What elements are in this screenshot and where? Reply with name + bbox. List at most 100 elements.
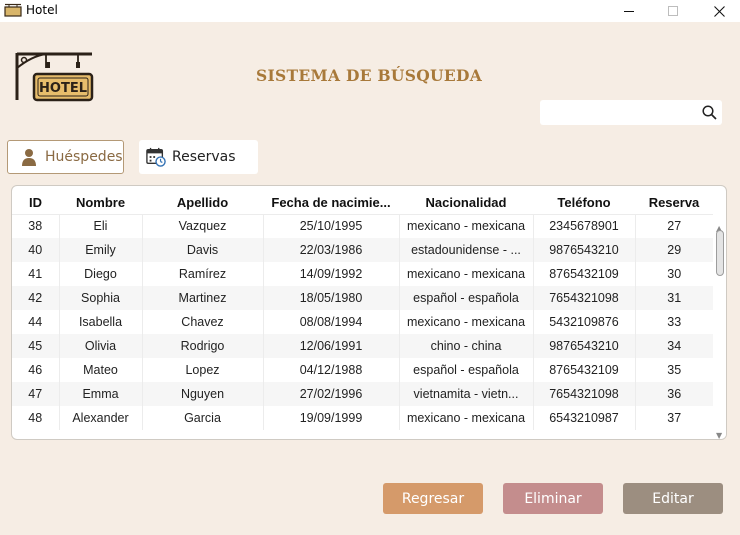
cell-fecha[interactable]: 22/03/1986 (262, 238, 399, 262)
table-row[interactable]: 41 Diego Ramírez 14/09/1992 mexicano - mexic… (12, 262, 713, 286)
cell-nacionalidad[interactable]: chino - china (398, 334, 533, 358)
tab-huespedes[interactable]: Huéspedes (7, 140, 124, 174)
table-row[interactable]: 44 Isabella Chavez 08/08/1994 mexicano - mex… (12, 310, 713, 334)
cell-telefono[interactable]: 9876543210 (532, 334, 635, 358)
tab-huespedes-label: Huéspedes (45, 149, 123, 165)
cell-nacionalidad[interactable]: mexicano - mexicana (398, 262, 533, 286)
cell-nombre[interactable]: Eli (58, 213, 142, 238)
cell-id[interactable]: 48 (12, 406, 59, 430)
window-title: Hotel (26, 3, 58, 17)
cell-apellido[interactable]: Vazquez (141, 213, 263, 238)
cell-id[interactable]: 44 (12, 310, 59, 334)
cell-id[interactable]: 46 (12, 358, 59, 382)
cell-reserva[interactable]: 34 (634, 334, 713, 358)
column-header-nombre[interactable]: Nombre (59, 192, 142, 214)
cell-fecha[interactable]: 12/06/1991 (262, 334, 399, 358)
table-row[interactable]: 48 Alexander Garcia 19/09/1999 mexicano - me… (12, 406, 713, 430)
cell-fecha[interactable]: 27/02/1996 (262, 382, 399, 406)
cell-nombre[interactable]: Sophia (58, 286, 142, 310)
cell-telefono[interactable]: 7654321098 (532, 382, 635, 406)
cell-nombre[interactable]: Emma (58, 382, 142, 406)
page-title: SISTEMA DE BÚSQUEDA (256, 66, 483, 85)
cell-id[interactable]: 38 (12, 213, 59, 238)
cell-fecha[interactable]: 08/08/1994 (262, 310, 399, 334)
cell-id[interactable]: 45 (12, 334, 59, 358)
column-header-apellido[interactable]: Apellido (142, 192, 263, 214)
cell-apellido[interactable]: Lopez (141, 358, 263, 382)
cell-reserva[interactable]: 33 (634, 310, 713, 334)
cell-fecha[interactable]: 04/12/1988 (262, 358, 399, 382)
cell-telefono[interactable]: 6543210987 (532, 406, 635, 430)
cell-nombre[interactable]: Mateo (58, 358, 142, 382)
editar-button[interactable]: Editar (623, 483, 723, 514)
cell-nacionalidad[interactable]: español - española (398, 286, 533, 310)
cell-fecha[interactable]: 25/10/1995 (262, 213, 399, 238)
cell-id[interactable]: 47 (12, 382, 59, 406)
cell-reserva[interactable]: 37 (634, 406, 713, 430)
cell-nombre[interactable]: Emily (58, 238, 142, 262)
cell-nacionalidad[interactable]: español - española (398, 358, 533, 382)
cell-telefono[interactable]: 8765432109 (532, 358, 635, 382)
cell-nacionalidad[interactable]: mexicano - mexicana (398, 310, 533, 334)
search-box[interactable] (540, 100, 722, 125)
cell-apellido[interactable]: Rodrigo (141, 334, 263, 358)
cell-apellido[interactable]: Chavez (141, 310, 263, 334)
cell-telefono[interactable]: 8765432109 (532, 262, 635, 286)
cell-reserva[interactable]: 31 (634, 286, 713, 310)
column-header-telefono[interactable]: Teléfono (533, 192, 635, 214)
tab-reservas-label: Reservas (172, 149, 236, 165)
cell-reserva[interactable]: 29 (634, 238, 713, 262)
cell-nombre[interactable]: Alexander (58, 406, 142, 430)
column-header-nacionalidad[interactable]: Nacionalidad (399, 192, 533, 214)
table-row[interactable]: 40 Emily Davis 22/03/1986 estadounidense - .… (12, 238, 713, 262)
eliminar-button[interactable]: Eliminar (503, 483, 603, 514)
cell-telefono[interactable]: 2345678901 (532, 213, 635, 238)
cell-nombre[interactable]: Isabella (58, 310, 142, 334)
cell-reserva[interactable]: 35 (634, 358, 713, 382)
search-icon[interactable] (702, 105, 717, 120)
hotel-app-icon (4, 3, 22, 17)
table-row[interactable]: 47 Emma Nguyen 27/02/1996 vietnamita - vietn… (12, 382, 713, 406)
cell-id[interactable]: 40 (12, 238, 59, 262)
table-row[interactable]: 42 Sophia Martinez 18/05/1980 español - espa… (12, 286, 713, 310)
regresar-button[interactable]: Regresar (383, 483, 483, 514)
cell-apellido[interactable]: Garcia (141, 406, 263, 430)
scrollbar-thumb[interactable] (716, 230, 724, 276)
table-row[interactable]: 38 Eli Vazquez 25/10/1995 mexicano - mexican… (12, 213, 713, 238)
cell-reserva[interactable]: 30 (634, 262, 713, 286)
search-input[interactable] (546, 103, 694, 122)
cell-apellido[interactable]: Davis (141, 238, 263, 262)
cell-id[interactable]: 41 (12, 262, 59, 286)
column-header-id[interactable]: ID (12, 192, 59, 214)
vertical-scrollbar[interactable]: ▲ ▼ (714, 224, 726, 439)
table-row[interactable]: 46 Mateo Lopez 04/12/1988 español - española… (12, 358, 713, 382)
maximize-button[interactable] (650, 0, 696, 22)
close-button[interactable] (696, 0, 740, 22)
column-header-fecha[interactable]: Fecha de nacimie... (263, 192, 399, 214)
scroll-down-icon[interactable]: ▼ (716, 431, 722, 439)
cell-reserva[interactable]: 27 (634, 213, 713, 238)
cell-telefono[interactable]: 5432109876 (532, 310, 635, 334)
cell-nombre[interactable]: Olivia (58, 334, 142, 358)
tab-reservas[interactable]: Reservas (139, 140, 258, 174)
close-icon (713, 5, 725, 17)
cell-nacionalidad[interactable]: estadounidense - ... (398, 238, 533, 262)
cell-apellido[interactable]: Ramírez (141, 262, 263, 286)
cell-id[interactable]: 42 (12, 286, 59, 310)
cell-nacionalidad[interactable]: mexicano - mexicana (398, 213, 533, 238)
cell-fecha[interactable]: 19/09/1999 (262, 406, 399, 430)
cell-telefono[interactable]: 9876543210 (532, 238, 635, 262)
table-row[interactable]: 45 Olivia Rodrigo 12/06/1991 chino - china 98… (12, 334, 713, 358)
cell-telefono[interactable]: 7654321098 (532, 286, 635, 310)
minimize-button[interactable] (606, 0, 652, 22)
cell-nacionalidad[interactable]: vietnamita - vietn... (398, 382, 533, 406)
cell-apellido[interactable]: Martinez (141, 286, 263, 310)
cell-fecha[interactable]: 18/05/1980 (262, 286, 399, 310)
cell-apellido[interactable]: Nguyen (141, 382, 263, 406)
cell-nacionalidad[interactable]: mexicano - mexicana (398, 406, 533, 430)
cell-nombre[interactable]: Diego (58, 262, 142, 286)
table-header-row: ID Nombre Apellido Fecha de nacimie... N… (12, 192, 713, 214)
cell-reserva[interactable]: 36 (634, 382, 713, 406)
column-header-reserva[interactable]: Reserva (635, 192, 713, 214)
cell-fecha[interactable]: 14/09/1992 (262, 262, 399, 286)
